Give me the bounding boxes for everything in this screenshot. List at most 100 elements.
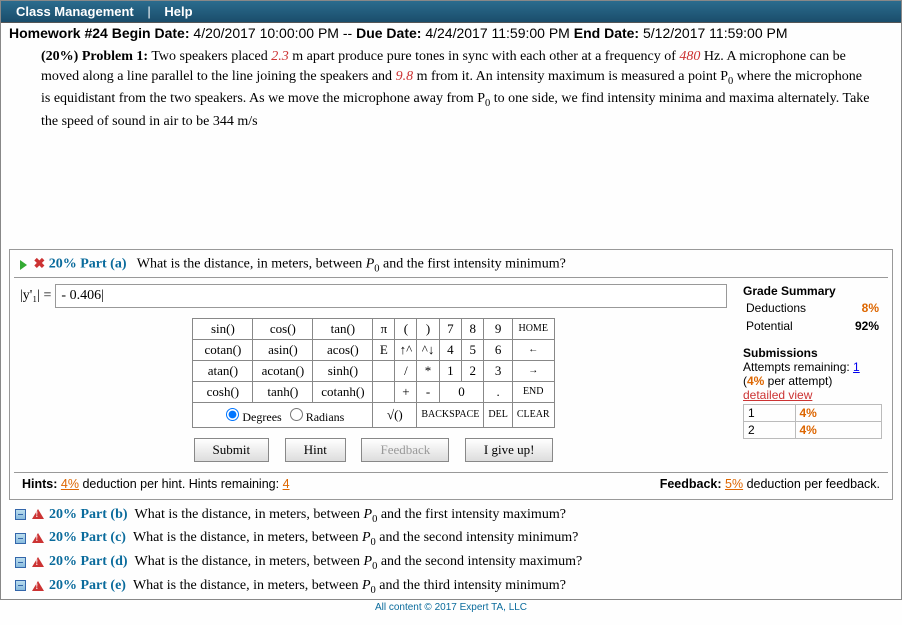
key-sinh[interactable]: sinh() xyxy=(313,360,373,381)
answer-input[interactable] xyxy=(55,284,727,308)
key-right[interactable]: → xyxy=(512,360,554,381)
key-cotanh[interactable]: cotanh() xyxy=(313,381,373,402)
grade-summary: Grade Summary Deductions8% Potential92% xyxy=(743,284,882,336)
radians-radio[interactable] xyxy=(290,408,303,421)
attempt-row: 14% xyxy=(744,404,882,421)
key-9[interactable]: 9 xyxy=(484,318,512,339)
deductions-label: Deductions xyxy=(745,300,839,316)
warning-icon xyxy=(32,533,44,543)
key-plus[interactable]: + xyxy=(395,381,417,402)
equation-row: |y'₁| = xyxy=(20,284,727,308)
attempt-num: 2 xyxy=(744,421,796,438)
problem-text-4: m from it. An intensity maximum is measu… xyxy=(413,69,728,84)
potential-value: 92% xyxy=(841,318,880,334)
hints-remaining: 4 xyxy=(283,477,290,491)
key-pi[interactable]: π xyxy=(373,318,395,339)
part-b-label: 20% Part (b) xyxy=(49,507,128,522)
key-0[interactable]: 0 xyxy=(439,381,484,402)
part-a-label: 20% Part (a) xyxy=(49,257,127,272)
due-date-label: Due Date: xyxy=(356,25,421,41)
key-cosh[interactable]: cosh() xyxy=(193,381,253,402)
grade-title: Grade Summary xyxy=(743,284,836,298)
collapse-icon[interactable] xyxy=(15,509,26,520)
collapse-icon[interactable] xyxy=(15,580,26,591)
submissions-box: Submissions Attempts remaining: 1 (4% pe… xyxy=(743,346,882,439)
part-d-row[interactable]: 20% Part (d) What is the distance, in me… xyxy=(1,551,901,575)
key-minus[interactable]: - xyxy=(417,381,439,402)
hint-button[interactable]: Hint xyxy=(285,438,346,462)
key-sqrt[interactable]: √() xyxy=(373,402,417,427)
key-1[interactable]: 1 xyxy=(439,360,461,381)
part-a-question-2: and the first intensity minimum? xyxy=(380,257,566,272)
degrees-radio[interactable] xyxy=(226,408,239,421)
collapse-icon[interactable] xyxy=(15,533,26,544)
key-lparen[interactable]: ( xyxy=(395,318,417,339)
key-asin[interactable]: asin() xyxy=(253,339,313,360)
key-acos[interactable]: acos() xyxy=(313,339,373,360)
key-backspace[interactable]: BACKSPACE xyxy=(417,402,484,427)
key-blank-2[interactable] xyxy=(373,381,395,402)
key-7[interactable]: 7 xyxy=(439,318,461,339)
hint-feedback-row: Hints: 4% deduction per hint. Hints rema… xyxy=(14,472,888,495)
attempt-row: 24% xyxy=(744,421,882,438)
attempts-remaining-link[interactable]: 1 xyxy=(853,360,860,374)
deductions-value: 8% xyxy=(841,300,880,316)
key-tan[interactable]: tan() xyxy=(313,318,373,339)
feedback-info: Feedback: 5% deduction per feedback. xyxy=(660,477,880,491)
key-del[interactable]: DEL xyxy=(484,402,512,427)
degrees-label: Degrees xyxy=(242,410,281,424)
part-b-row[interactable]: 20% Part (b) What is the distance, in me… xyxy=(1,504,901,528)
key-rparen[interactable]: ) xyxy=(417,318,439,339)
key-4[interactable]: 4 xyxy=(439,339,461,360)
key-sin[interactable]: sin() xyxy=(193,318,253,339)
per-attempt-suffix: per attempt) xyxy=(764,374,832,388)
key-cos[interactable]: cos() xyxy=(253,318,313,339)
key-dot[interactable]: . xyxy=(484,381,512,402)
key-left[interactable]: ← xyxy=(512,339,554,360)
menu-help[interactable]: Help xyxy=(164,4,192,19)
part-d-label: 20% Part (d) xyxy=(49,554,128,569)
begin-date-value: 4/20/2017 10:00:00 PM xyxy=(193,25,339,41)
key-home[interactable]: HOME xyxy=(512,318,554,339)
key-3[interactable]: 3 xyxy=(484,360,512,381)
date-dash: -- xyxy=(343,25,352,41)
key-clear[interactable]: CLEAR xyxy=(512,402,554,427)
rad-radio-wrap[interactable]: Radians xyxy=(285,410,345,424)
expand-icon[interactable] xyxy=(20,260,27,270)
warning-icon xyxy=(32,581,44,591)
part-e-row[interactable]: 20% Part (e) What is the distance, in me… xyxy=(1,575,901,599)
key-8[interactable]: 8 xyxy=(462,318,484,339)
submit-button[interactable]: Submit xyxy=(194,438,270,462)
giveup-button[interactable]: I give up! xyxy=(465,438,554,462)
feedback-prefix: Feedback: xyxy=(660,477,725,491)
key-5[interactable]: 5 xyxy=(462,339,484,360)
key-mul[interactable]: * xyxy=(417,360,439,381)
key-acotan[interactable]: acotan() xyxy=(253,360,313,381)
attempt-pct: 4% xyxy=(795,421,882,438)
action-buttons: Submit Hint Feedback I give up! xyxy=(20,438,727,462)
detailed-view-link[interactable]: detailed view xyxy=(743,388,812,402)
answer-column: |y'₁| = sin() cos() tan() π ( ) 7 xyxy=(14,278,733,472)
key-2[interactable]: 2 xyxy=(462,360,484,381)
key-down[interactable]: ^↓ xyxy=(417,339,439,360)
deg-radio-wrap[interactable]: Degrees xyxy=(221,410,281,424)
key-E[interactable]: E xyxy=(373,339,395,360)
part-c-row[interactable]: 20% Part (c) What is the distance, in me… xyxy=(1,527,901,551)
menu-class-mgmt[interactable]: Class Management xyxy=(16,4,134,19)
key-div[interactable]: / xyxy=(395,360,417,381)
calculator: sin() cos() tan() π ( ) 7 8 9 HOME xyxy=(20,318,727,428)
key-6[interactable]: 6 xyxy=(484,339,512,360)
part-b-q: What is the distance, in meters, between xyxy=(135,507,364,522)
per-attempt-pct: 4% xyxy=(747,374,764,388)
key-up[interactable]: ↑^ xyxy=(395,339,417,360)
part-d-q: What is the distance, in meters, between xyxy=(135,554,364,569)
grade-column: Grade Summary Deductions8% Potential92% … xyxy=(733,278,888,472)
collapse-icon[interactable] xyxy=(15,557,26,568)
key-atan[interactable]: atan() xyxy=(193,360,253,381)
key-blank-1[interactable] xyxy=(373,360,395,381)
hints-mid: deduction per hint. Hints remaining: xyxy=(79,477,283,491)
angle-mode-cell: Degrees Radians xyxy=(193,402,373,427)
key-tanh[interactable]: tanh() xyxy=(253,381,313,402)
key-cotan[interactable]: cotan() xyxy=(193,339,253,360)
key-end[interactable]: END xyxy=(512,381,554,402)
